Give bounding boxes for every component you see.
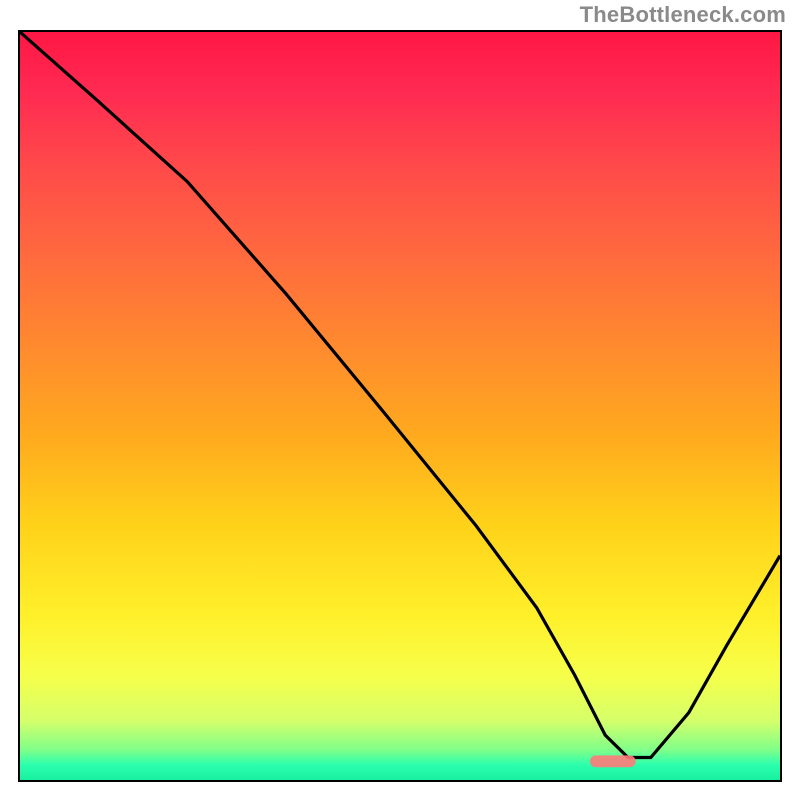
watermark-text: TheBottleneck.com (580, 2, 786, 28)
min-marker (590, 755, 636, 767)
chart-svg (20, 32, 780, 780)
series-curve (20, 32, 780, 758)
plot-area (18, 30, 782, 782)
chart-container: TheBottleneck.com (0, 0, 800, 800)
